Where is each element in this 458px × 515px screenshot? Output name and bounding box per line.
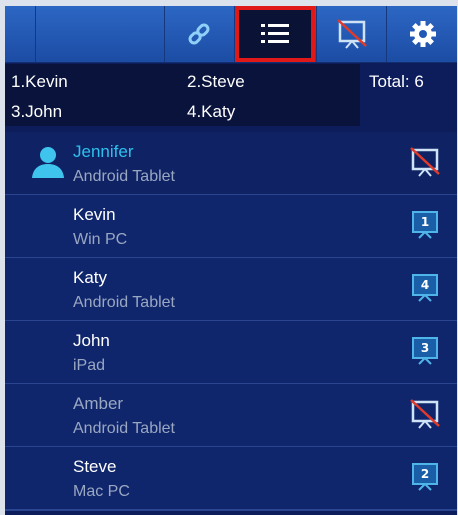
presenter-app: 1.Kevin 2.Steve 3.John 4.Katy Total: 6 J…	[5, 6, 457, 515]
presenting-slot-icon[interactable]: 1	[409, 209, 441, 241]
settings-button[interactable]	[386, 6, 457, 62]
link-button[interactable]	[164, 6, 233, 62]
presenter-order-item: 3.John	[11, 102, 63, 121]
presenting-slot-icon[interactable]: 4	[409, 272, 441, 304]
user-device: iPad	[73, 357, 106, 374]
user-row[interactable]: Jennifer Android Tablet	[5, 132, 457, 196]
user-name: Katy	[73, 268, 108, 287]
user-row[interactable]: Amber Android Tablet	[5, 384, 457, 448]
not-presenting-icon[interactable]	[409, 398, 441, 435]
user-device: Android Tablet	[73, 294, 175, 311]
presenter-order-list: 1.Kevin 2.Steve 3.John 4.Katy	[5, 64, 360, 126]
presenter-order-item: 4.Katy	[187, 102, 236, 121]
user-avatar-icon	[31, 146, 65, 183]
presenter-order-item: 2.Steve	[187, 72, 245, 91]
slot-number: 2	[420, 467, 430, 481]
toolbar-spacer	[35, 6, 165, 62]
total-count: Total: 6	[369, 72, 424, 91]
user-name: Jennifer	[73, 142, 134, 161]
user-row[interactable]: Steve Mac PC 2	[5, 447, 457, 511]
presenter-order-item: 1.Kevin	[11, 72, 68, 91]
screen-off-icon	[336, 18, 368, 50]
list-icon	[261, 23, 289, 45]
user-name: Kevin	[73, 205, 116, 224]
user-name: Amber	[73, 394, 124, 413]
user-device: Android Tablet	[73, 420, 175, 437]
user-name: Steve	[73, 457, 117, 476]
slot-number: 4	[420, 278, 430, 292]
gear-icon	[409, 20, 437, 48]
stop-presenting-button[interactable]	[316, 6, 387, 62]
slot-number: 3	[420, 341, 430, 355]
presenting-slot-icon[interactable]: 2	[409, 461, 441, 493]
user-list-button[interactable]	[234, 6, 315, 62]
user-row[interactable]: Katy Android Tablet 4	[5, 258, 457, 322]
user-device: Mac PC	[73, 483, 130, 500]
presenting-slot-icon[interactable]: 3	[409, 335, 441, 367]
link-icon	[186, 21, 212, 47]
user-name: John	[73, 331, 110, 350]
screenshot-frame: 1.Kevin 2.Steve 3.John 4.Katy Total: 6 J…	[0, 0, 458, 515]
slot-number: 1	[420, 215, 430, 229]
user-device: Win PC	[73, 231, 128, 248]
user-device: Android Tablet	[73, 168, 175, 185]
user-row[interactable]: John iPad 3	[5, 321, 457, 385]
toolbar	[5, 6, 457, 63]
not-presenting-icon[interactable]	[409, 146, 441, 183]
user-row[interactable]: Kevin Win PC 1	[5, 195, 457, 259]
